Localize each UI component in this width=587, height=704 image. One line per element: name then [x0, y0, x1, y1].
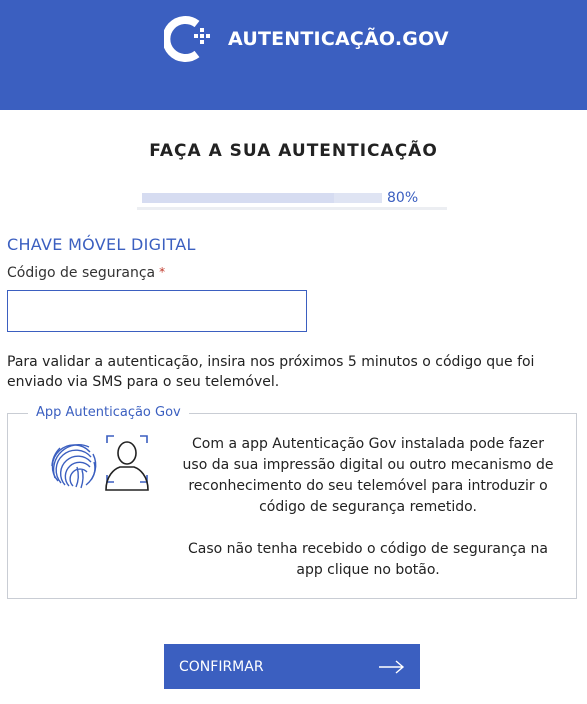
progress-label: 80% — [387, 190, 419, 206]
brand-name: AUTENTICAÇÃO.GOV — [228, 28, 449, 50]
progress-bar-fill — [142, 193, 334, 203]
biometric-icons — [51, 435, 149, 491]
autenticacao-gov-logo-icon — [164, 16, 210, 62]
confirm-button[interactable]: CONFIRMAR — [164, 644, 420, 689]
app-info-paragraph: Caso não tenha recebido o código de segu… — [187, 541, 549, 578]
instructions-text: Para validar a autenticação, insira nos … — [7, 354, 535, 390]
app-info-paragraph: Com a app Autenticação Gov instalada pod… — [182, 436, 554, 515]
confirm-button-label: CONFIRMAR — [179, 658, 264, 675]
face-scan-icon — [105, 435, 149, 491]
security-code-input[interactable] — [7, 290, 307, 332]
header: AUTENTICAÇÃO.GOV — [0, 0, 587, 110]
app-info-legend: App Autenticação Gov — [28, 405, 189, 420]
app-info-box: App Autenticação Gov Com a app Autentica… — [7, 405, 577, 599]
security-code-label-text: Código de segurança — [7, 265, 156, 281]
progress-bar — [142, 193, 382, 203]
fingerprint-icon — [51, 444, 97, 489]
brand-logo[interactable]: AUTENTICAÇÃO.GOV — [164, 14, 449, 64]
progress-divider — [137, 207, 447, 210]
security-code-label: Código de segurança * — [7, 265, 165, 281]
required-mark: * — [159, 265, 166, 279]
section-title: CHAVE MÓVEL DIGITAL — [7, 235, 196, 254]
app-info-text: Com a app Autenticação Gov instalada pod… — [178, 434, 558, 581]
page-title: FAÇA A SUA AUTENTICAÇÃO — [149, 141, 438, 161]
arrow-right-icon — [379, 659, 405, 674]
